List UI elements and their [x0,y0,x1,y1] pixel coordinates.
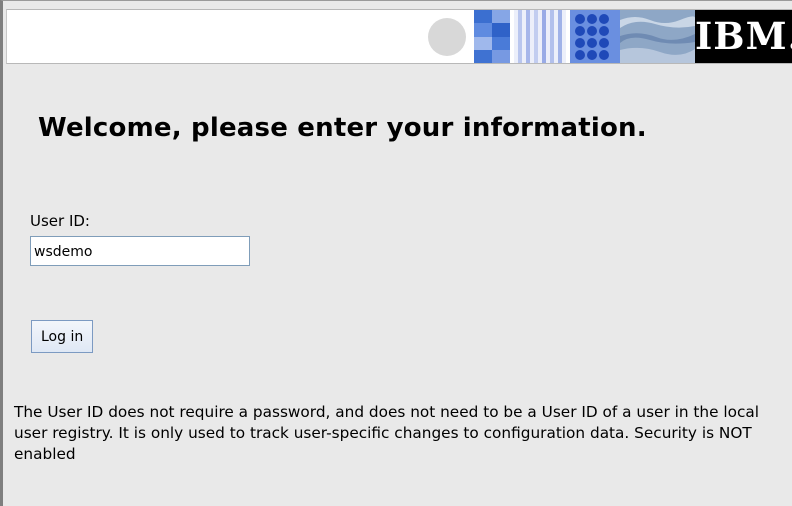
login-button[interactable]: Log in [31,320,94,353]
header-banner: IBM. [6,9,792,64]
info-message: The User ID does not require a password,… [14,403,760,463]
page-title: Welcome, please enter your information. [38,113,647,143]
ibm-logo: IBM. [695,10,792,63]
user-id-label: User ID: [30,212,90,230]
user-id-input[interactable] [30,236,250,266]
login-page: IBM. Welcome, please enter your informat… [0,0,792,506]
